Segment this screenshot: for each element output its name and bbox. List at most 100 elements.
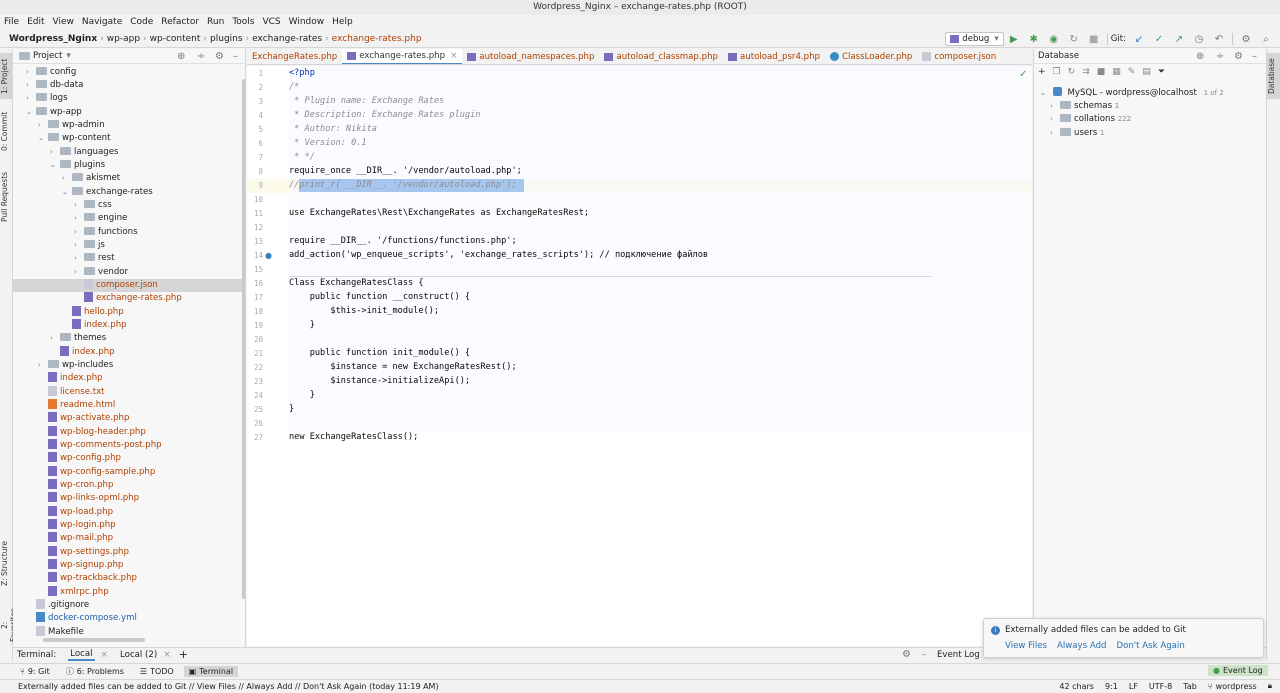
breadcrumb-plugins[interactable]: plugins [207,34,246,44]
tree-item[interactable]: ⌄ exchange-rates [62,186,153,199]
status-line-separator[interactable]: LF [1129,682,1138,691]
menu-view[interactable]: View [49,15,78,30]
tab-classloader[interactable]: ClassLoader.php [825,49,917,64]
tool-button-problems[interactable]: ⓘ 6: Problems [66,666,124,677]
tool-tab-project[interactable]: 1: Project [0,53,13,99]
breadcrumb-file[interactable]: exchange-rates.php [329,34,425,44]
breadcrumb-exchange-rates[interactable]: exchange-rates [249,34,325,44]
db-node-collations[interactable]: › collations 222 [1050,113,1131,126]
duplicate-icon[interactable]: ❐ [1053,67,1061,77]
inspection-ok-icon[interactable]: ✓ [1019,69,1027,80]
lock-icon[interactable]: 🔒︎ [1268,681,1272,691]
gear-icon[interactable]: ⚙ [215,51,224,62]
git-push-icon[interactable]: ↗ [1172,32,1186,46]
tree-item[interactable]: .gitignore [36,599,89,612]
status-message[interactable]: Externally added files can be added to G… [18,682,439,691]
close-icon[interactable]: × [101,650,109,660]
stop-icon[interactable]: ■ [1087,32,1101,46]
always-add-link[interactable]: Always Add [1057,641,1107,651]
project-h-scrollbar[interactable] [43,638,145,642]
run-config-select[interactable]: debug ▾ [945,32,1004,46]
globe-icon[interactable]: ⊕ [1196,51,1204,62]
tree-item[interactable]: › wp-admin [38,119,105,132]
terminal-tab-local[interactable]: Local [68,649,95,661]
hide-icon[interactable]: – [1252,51,1257,62]
filter-icon[interactable]: ⏷ [1158,67,1165,77]
tree-item[interactable]: wp-comments-post.php [48,439,162,452]
tool-tab-structure[interactable]: Z: Structure [0,541,13,587]
tree-item[interactable]: › js [74,239,105,252]
breadcrumb-wp-content[interactable]: wp-content [147,34,204,44]
tree-item[interactable]: hello.php [72,306,124,319]
project-panel-title[interactable]: Project [33,51,62,61]
menu-tools[interactable]: Tools [228,15,258,30]
close-icon[interactable]: × [163,650,171,660]
tree-item[interactable]: exchange-rates.php [84,292,182,305]
collapse-icon[interactable]: ÷ [1216,51,1224,62]
tab-exchangerates-php[interactable]: ExchangeRates.php [247,49,342,64]
tree-item[interactable]: docker-compose.yml [36,612,137,625]
tree-item[interactable]: wp-mail.php [48,532,113,545]
dont-ask-again-link[interactable]: Don't Ask Again [1116,641,1184,651]
tree-item[interactable]: › languages [50,146,119,159]
tab-autoload-psr4[interactable]: autoload_psr4.php [723,49,825,64]
tree-item[interactable]: wp-cron.php [48,479,113,492]
tool-button-terminal[interactable]: ▣ Terminal [183,666,239,677]
tree-item[interactable]: wp-load.php [48,506,113,519]
tree-item[interactable]: readme.html [48,399,115,412]
settings-wrench-icon[interactable]: ⚙ [1239,32,1253,46]
coverage-icon[interactable]: ◉ [1047,32,1061,46]
menu-run[interactable]: Run [203,15,228,30]
tree-item[interactable]: ⌄ wp-app [26,106,82,119]
refresh-icon[interactable]: ↻ [1068,67,1076,77]
tree-item[interactable]: › config [26,66,76,79]
tree-item[interactable]: wp-activate.php [48,412,129,425]
breadcrumb-wp-app[interactable]: wp-app [104,34,143,44]
db-node-schemas[interactable]: › schemas 1 [1050,100,1119,113]
search-icon[interactable]: ⌕ [1259,32,1273,46]
edit-icon[interactable]: ✎ [1128,67,1136,77]
tree-item[interactable]: wp-settings.php [48,546,129,559]
menu-vcs[interactable]: VCS [258,15,284,30]
tree-item[interactable]: › db-data [26,79,83,92]
db-node-users[interactable]: › users 1 [1050,127,1104,140]
tree-item[interactable]: wp-blog-header.php [48,426,146,439]
tool-tab-database[interactable]: Database [1267,53,1280,99]
tool-button-todo[interactable]: ☰ TODO [140,667,174,676]
menu-navigate[interactable]: Navigate [78,15,126,30]
tree-item[interactable]: xmlrpc.php [48,586,109,599]
tree-item[interactable]: › akismet [62,172,120,185]
new-terminal-button[interactable]: + [179,648,188,661]
menu-window[interactable]: Window [285,15,329,30]
schema-icon[interactable]: ⇉ [1082,67,1090,77]
stop-icon[interactable]: ■ [1097,67,1106,77]
breadcrumb-project[interactable]: Wordpress_Nginx [6,34,100,44]
debug-icon[interactable]: ✱ [1027,32,1041,46]
menu-refactor[interactable]: Refactor [157,15,203,30]
tree-item[interactable]: › wp-includes [38,359,113,372]
tree-item[interactable]: wp-trackback.php [48,572,137,585]
tree-item[interactable]: › engine [74,212,127,225]
tree-item[interactable]: wp-links-opml.php [48,492,139,505]
tree-item[interactable]: › themes [50,332,106,345]
tree-item[interactable]: wp-login.php [48,519,116,532]
tree-item[interactable]: › css [74,199,112,212]
tree-item[interactable]: ⌄ wp-content [38,132,111,145]
tree-item[interactable]: index.php [60,346,115,359]
tree-item[interactable]: wp-config.php [48,452,121,465]
tree-item[interactable]: › functions [74,226,138,239]
status-branch[interactable]: ⑂ wordpress [1208,682,1257,691]
locate-icon[interactable]: ⊕ [177,51,185,62]
tree-item[interactable]: › rest [74,252,114,265]
tree-item[interactable]: license.txt [48,386,105,399]
table-icon[interactable]: ▦ [1112,67,1121,77]
collapse-icon[interactable]: ÷ [197,51,205,62]
tree-item[interactable]: › logs [26,92,68,105]
menu-file[interactable]: File [0,15,23,30]
tree-item-selected[interactable]: composer.json [13,279,245,292]
tab-composer-json[interactable]: composer.json [917,49,1001,64]
rollback-icon[interactable]: ↶ [1212,32,1226,46]
tree-item[interactable]: index.php [72,319,127,332]
hide-icon[interactable]: – [922,650,927,660]
status-position[interactable]: 9:1 [1105,682,1118,691]
